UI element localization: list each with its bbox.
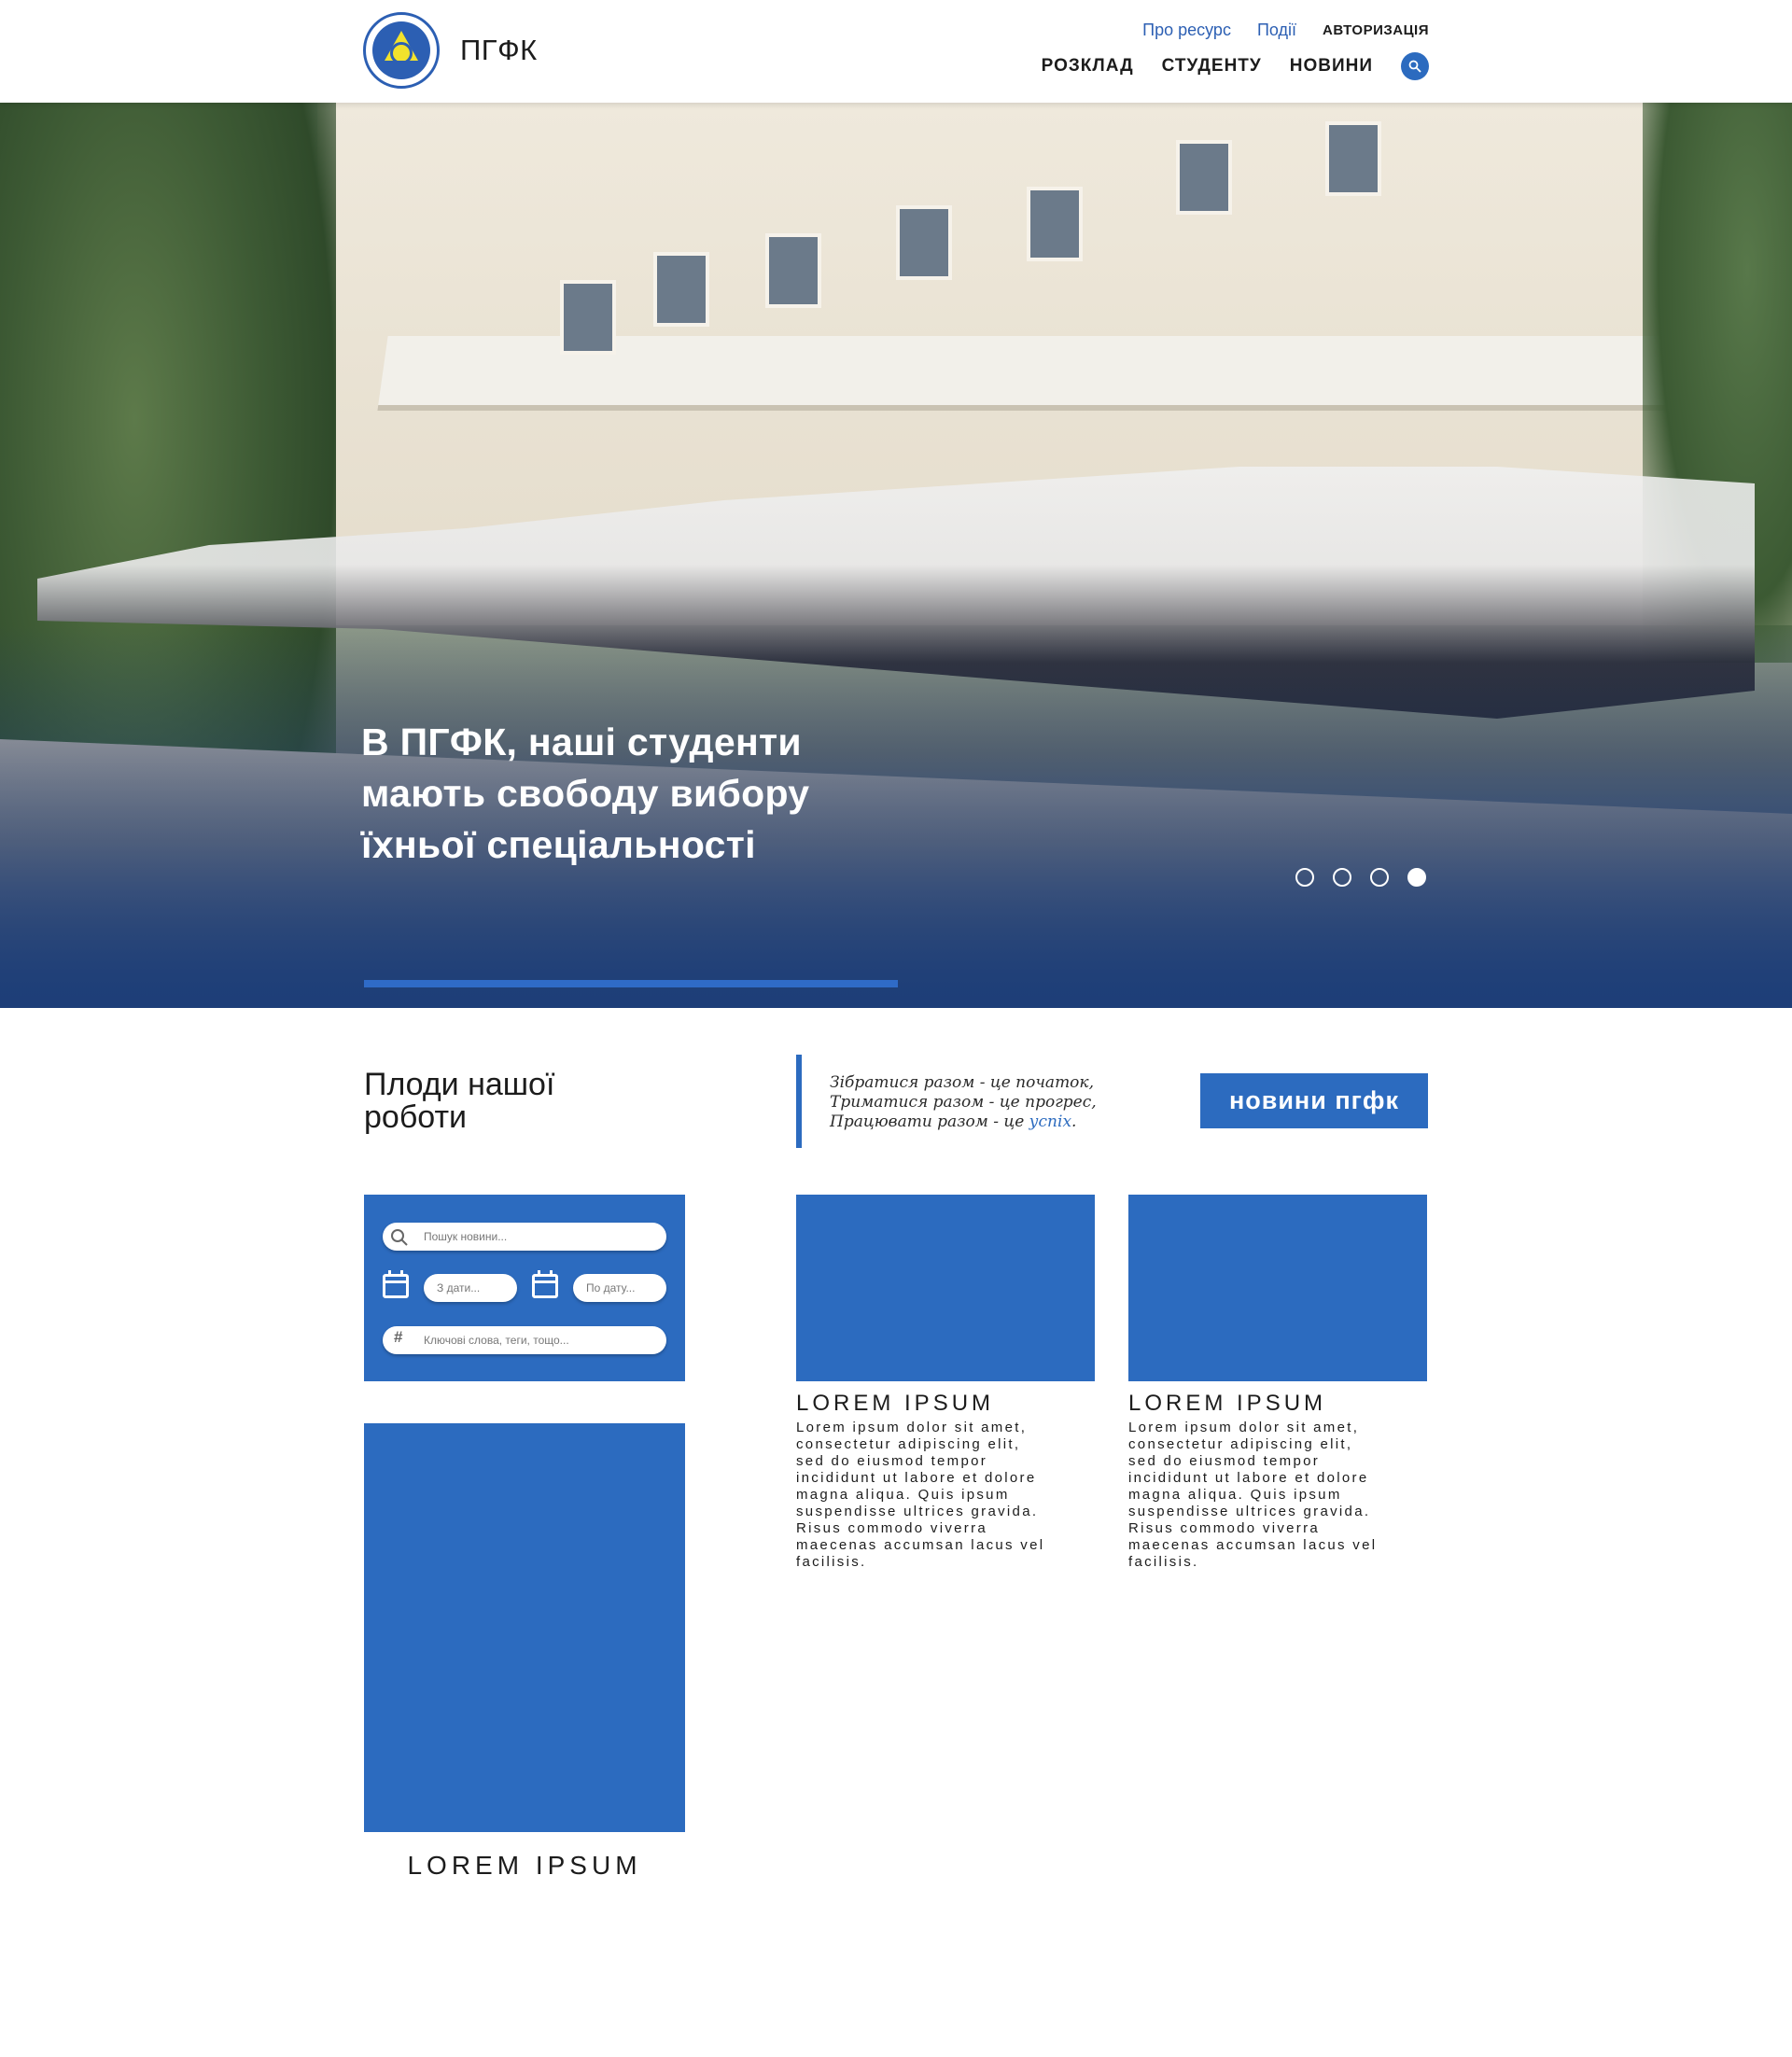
news-card-title[interactable]: LOREM IPSUM xyxy=(796,1391,994,1417)
quote-bar xyxy=(796,1055,802,1148)
search-icon xyxy=(1408,60,1421,73)
link-login[interactable]: АВТОРИЗАЦІЯ xyxy=(1323,22,1429,38)
news-card-text: Lorem ipsum dolor sit amet, consectetur … xyxy=(1128,1420,1378,1570)
section-title-line: роботи xyxy=(364,1099,468,1135)
nav-student[interactable]: СТУДЕНТУ xyxy=(1162,56,1262,77)
slider-dots xyxy=(1295,868,1426,887)
slider-dot-3[interactable] xyxy=(1370,868,1389,887)
college-logo-icon[interactable] xyxy=(363,12,440,89)
quote-line: Працювати разом - це успіх. xyxy=(830,1112,1077,1131)
site-header: ПГФК Про ресурс Події АВТОРИЗАЦІЯ РОЗКЛА… xyxy=(0,0,1792,103)
news-card-image[interactable] xyxy=(1128,1195,1427,1381)
tags-input[interactable]: Ключові слова, теги, тощо... xyxy=(383,1326,666,1354)
slider-dot-2[interactable] xyxy=(1333,868,1351,887)
news-card-text: Lorem ipsum dolor sit amet, consectetur … xyxy=(796,1420,1045,1570)
top-links: Про ресурс Події АВТОРИЗАЦІЯ xyxy=(1142,21,1429,40)
news-card-title[interactable]: LOREM IPSUM xyxy=(1128,1391,1326,1417)
hero-title-line: їхньої спеціальності xyxy=(361,823,756,866)
hero-underline xyxy=(364,980,898,987)
hero-slider: В ПГФК, наші студенти мають свободу вибо… xyxy=(0,103,1792,1008)
featured-news-title[interactable]: LOREM IPSUM xyxy=(364,1851,685,1881)
news-card-image[interactable] xyxy=(796,1195,1095,1381)
hero-title: В ПГФК, наші студенти мають свободу вибо… xyxy=(361,717,884,871)
news-filter-panel: Пошук новини... З дати... По дату... Клю… xyxy=(364,1195,685,1381)
search-button[interactable] xyxy=(1401,52,1429,80)
section-title: Плоди нашої роботи xyxy=(364,1069,607,1134)
slider-dot-1[interactable] xyxy=(1295,868,1314,887)
to-date-input[interactable]: По дату... xyxy=(573,1274,666,1302)
hero-title-line: В ПГФК, наші студенти xyxy=(361,721,802,763)
from-date-input[interactable]: З дати... xyxy=(424,1274,517,1302)
nav-news[interactable]: НОВИНИ xyxy=(1290,56,1373,77)
calendar-from-icon[interactable] xyxy=(383,1270,409,1298)
hero-title-line: мають свободу вибору xyxy=(361,772,810,815)
nav-schedule[interactable]: РОЗКЛАД xyxy=(1042,56,1134,77)
slider-dot-4[interactable] xyxy=(1407,868,1426,887)
quote-line: Триматися разом - це прогрес, xyxy=(830,1093,1097,1112)
search-icon xyxy=(391,1229,408,1246)
calendar-to-icon[interactable] xyxy=(532,1270,558,1298)
motto-quote: Зібратися разом - це початок, Триматися … xyxy=(830,1073,1097,1132)
quote-line: Зібратися разом - це початок, xyxy=(830,1073,1094,1092)
link-about[interactable]: Про ресурс xyxy=(1142,21,1231,40)
site-name[interactable]: ПГФК xyxy=(460,34,538,67)
news-button[interactable]: новини пгфк xyxy=(1200,1073,1428,1128)
main-nav: РОЗКЛАД СТУДЕНТУ НОВИНИ xyxy=(1042,52,1429,80)
search-news-input[interactable]: Пошук новини... xyxy=(383,1223,666,1251)
quote-highlight: успіх xyxy=(1029,1112,1072,1131)
hashtag-icon: # xyxy=(394,1328,403,1346)
section-title-line: Плоди нашої xyxy=(364,1067,555,1102)
link-events[interactable]: Події xyxy=(1257,21,1296,40)
featured-news-image[interactable] xyxy=(364,1423,685,1832)
